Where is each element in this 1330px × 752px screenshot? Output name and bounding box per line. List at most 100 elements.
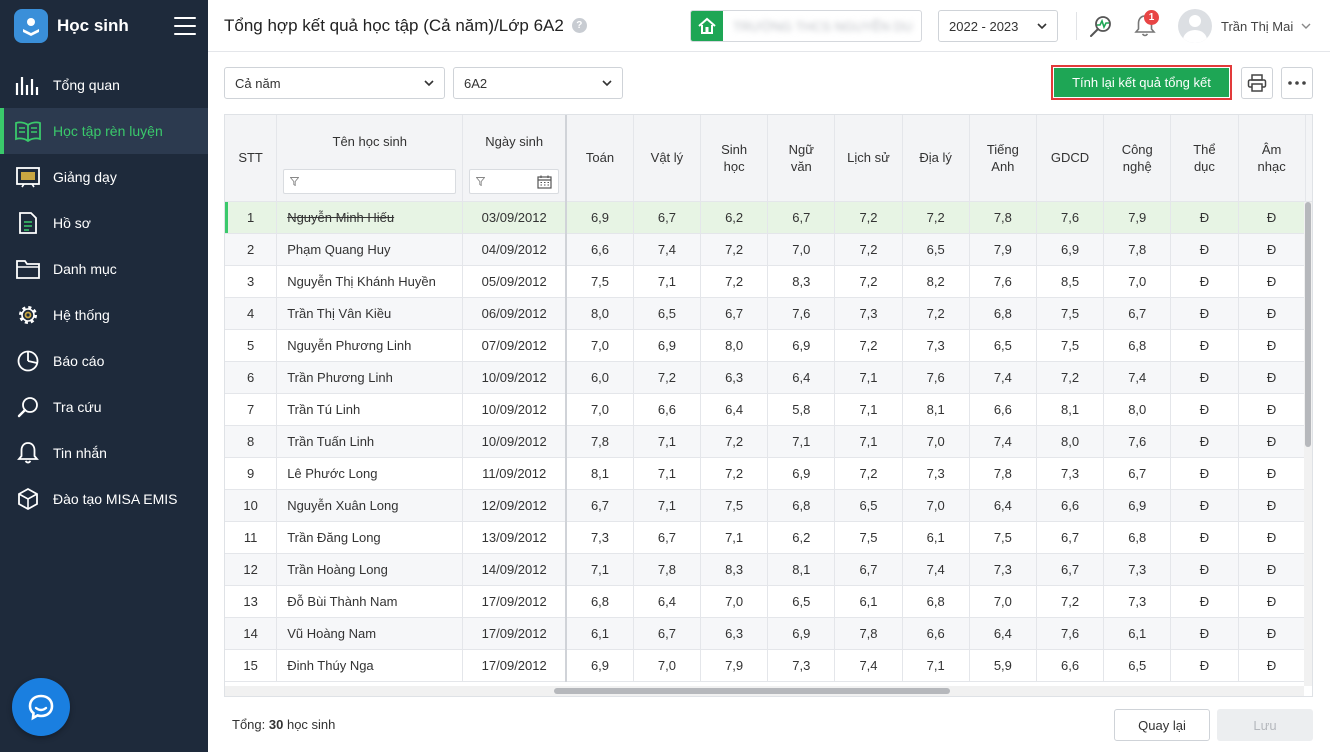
score-cell: 6,6	[1036, 649, 1105, 682]
table-row[interactable]: 6 Trần Phương Linh 10/09/2012 6,0 7,2 6,3 6,4 7…	[225, 361, 1312, 394]
bell-icon	[14, 439, 42, 467]
school-year-select[interactable]: 2022 - 2023	[938, 10, 1058, 42]
score-cell: 6,4	[969, 489, 1037, 522]
table-row[interactable]: 3 Nguyễn Thị Khánh Huyền 05/09/2012 7,5 7,1 7…	[225, 265, 1312, 298]
vertical-scrollbar[interactable]	[1304, 202, 1312, 686]
cell-value: 6,7	[792, 209, 811, 225]
sidebar-item-9[interactable]: Tin nhắn	[0, 430, 208, 476]
table-row[interactable]: 9 Lê Phước Long 11/09/2012 8,1 7,1 7,2 6,9 7,2 7…	[225, 457, 1312, 490]
table-row[interactable]: 15 Đinh Thúy Nga 17/09/2012 6,9 7,0 7,9 7,3 7,4…	[225, 649, 1312, 682]
score-cell: Đ	[1238, 361, 1306, 394]
cell-value: 7,2	[1061, 593, 1080, 609]
birth-date-cell: 17/09/2012	[462, 617, 568, 650]
column-header: Công nghệ	[1103, 115, 1172, 202]
term-select[interactable]: Cả năm	[224, 67, 445, 99]
cell-value: 7,6	[1128, 433, 1147, 449]
cell-value: 7,4	[993, 369, 1012, 385]
cell-value: Trần Thị Vân Kiều	[287, 305, 392, 321]
score-cell: 7,2	[834, 265, 903, 298]
chat-support-button[interactable]	[12, 678, 70, 736]
cell-value: 8,5	[1061, 273, 1080, 289]
sidebar-item-2[interactable]: Học tập rèn luyện	[0, 108, 208, 154]
table-row[interactable]: 14 Vũ Hoàng Nam 17/09/2012 6,1 6,7 6,3 6,9 7,8 6…	[225, 617, 1312, 650]
help-icon[interactable]: ?	[571, 18, 587, 33]
table-row[interactable]: 13 Đỗ Bùi Thành Nam 17/09/2012 6,8 6,4 7,0 6,5…	[225, 585, 1312, 618]
table-row[interactable]: 5 Nguyễn Phương Linh 07/09/2012 7,0 6,9 8,0 6,…	[225, 329, 1312, 362]
class-select[interactable]: 6A2	[453, 67, 623, 99]
cell-value: Trần Hoàng Long	[287, 561, 388, 577]
score-cell: 6,7	[767, 201, 836, 234]
sidebar-item-3[interactable]: Giảng dạy	[0, 154, 208, 200]
print-button[interactable]	[1241, 67, 1273, 99]
user-menu[interactable]: Trần Thị Mai	[1178, 9, 1311, 43]
dob-filter-input[interactable]	[469, 169, 560, 194]
score-cell: Đ	[1238, 585, 1306, 618]
table-row[interactable]: 1 Nguyễn Minh Hiếu 03/09/2012 6,9 6,7 6,2 6,7 7…	[225, 201, 1312, 234]
cell-value: 7,6	[926, 369, 945, 385]
score-cell: 6,8	[767, 489, 836, 522]
back-button[interactable]: Quay lại	[1114, 709, 1210, 741]
total-count: 30	[268, 717, 284, 732]
cell-value: 6,6	[590, 241, 610, 257]
cell-value: Nguyễn Thị Khánh Huyền	[287, 273, 436, 289]
table-row[interactable]: 2 Phạm Quang Huy 04/09/2012 6,6 7,4 7,2 7,0 7,2…	[225, 233, 1312, 266]
score-cell: 7,6	[1036, 617, 1105, 650]
table-row[interactable]: 11 Trần Đăng Long 13/09/2012 7,3 6,7 7,1 6,2 7,…	[225, 521, 1312, 554]
score-cell: 6,9	[767, 329, 836, 362]
sidebar-header: Học sinh	[0, 0, 208, 52]
name-filter-input[interactable]	[283, 169, 457, 194]
school-selector[interactable]: TRƯỜNG THCS NGUYỄN DU	[690, 10, 922, 42]
horizontal-scroll-thumb[interactable]	[554, 688, 950, 694]
sidebar-item-5[interactable]: Danh mục	[0, 246, 208, 292]
score-cell: 8,0	[1103, 393, 1172, 426]
cell-value: 7,1	[657, 497, 676, 513]
cell-value: 1	[246, 209, 255, 225]
sidebar-item-7[interactable]: Báo cáo	[0, 338, 208, 384]
cell-value: 7,8	[657, 561, 676, 577]
activity-icon[interactable]	[1085, 10, 1117, 42]
cell-value: 7,8	[590, 433, 610, 449]
column-header-label: Tiếng Anh	[986, 141, 1019, 174]
score-cell: 6,4	[633, 585, 702, 618]
score-cell: 7,0	[969, 585, 1037, 618]
sidebar-item-10[interactable]: Đào tạo MISA EMIS	[0, 476, 208, 522]
table-row[interactable]: 7 Trần Tú Linh 10/09/2012 7,0 6,6 6,4 5,8 7,1 8,…	[225, 393, 1312, 426]
score-cell: 6,2	[700, 201, 769, 234]
sidebar-item-8[interactable]: Tra cứu	[0, 384, 208, 430]
cell-value: 7,2	[725, 465, 744, 481]
table-row[interactable]: 4 Trần Thị Vân Kiều 06/09/2012 8,0 6,5 6,7 7,6…	[225, 297, 1312, 330]
horizontal-scrollbar[interactable]	[225, 686, 1304, 696]
cell-value: 8,3	[792, 273, 811, 289]
sidebar-menu: Tổng quan Học tập rèn luyện Giảng dạy Hồ sơ…	[0, 62, 208, 522]
cell-value: 6,6	[1061, 657, 1080, 673]
cell-value: 7,1	[859, 433, 878, 449]
hamburger-menu-icon[interactable]	[174, 17, 196, 35]
column-header: Âm nhạc	[1238, 115, 1306, 202]
column-header-label: Lịch sử	[847, 150, 890, 166]
table-row[interactable]: 8 Trần Tuấn Linh 10/09/2012 7,8 7,1 7,2 7,1 7,1…	[225, 425, 1312, 458]
cell-value: 7,0	[657, 657, 676, 673]
cell-value: 6,9	[657, 337, 676, 353]
sidebar-item-4[interactable]: Hồ sơ	[0, 200, 208, 246]
score-cell: Đ	[1170, 457, 1239, 490]
cell-value: 7,2	[657, 369, 676, 385]
chevron-down-icon	[1037, 22, 1047, 29]
score-cell: 6,8	[969, 297, 1037, 330]
gear-icon	[14, 301, 42, 329]
score-cell: Đ	[1170, 393, 1239, 426]
notification-bell-icon[interactable]: 1	[1129, 10, 1161, 42]
score-cell: 6,9	[1103, 489, 1172, 522]
score-cell: Đ	[1170, 617, 1239, 650]
recalculate-results-button[interactable]: Tính lại kết quả tổng kết	[1051, 65, 1232, 100]
score-cell: 8,0	[1036, 425, 1105, 458]
score-cell: 6,3	[700, 617, 769, 650]
avatar	[1178, 9, 1212, 43]
table-row[interactable]: 10 Nguyễn Xuân Long 12/09/2012 6,7 7,1 7,5 6,8…	[225, 489, 1312, 522]
score-cell: 7,6	[902, 361, 970, 394]
document-icon	[14, 209, 42, 237]
vertical-scroll-thumb[interactable]	[1305, 202, 1311, 447]
more-options-button[interactable]	[1281, 67, 1313, 99]
sidebar-item-6[interactable]: Hệ thống	[0, 292, 208, 338]
sidebar-item-1[interactable]: Tổng quan	[0, 62, 208, 108]
table-row[interactable]: 12 Trần Hoàng Long 14/09/2012 7,1 7,8 8,3 8,1 6…	[225, 553, 1312, 586]
